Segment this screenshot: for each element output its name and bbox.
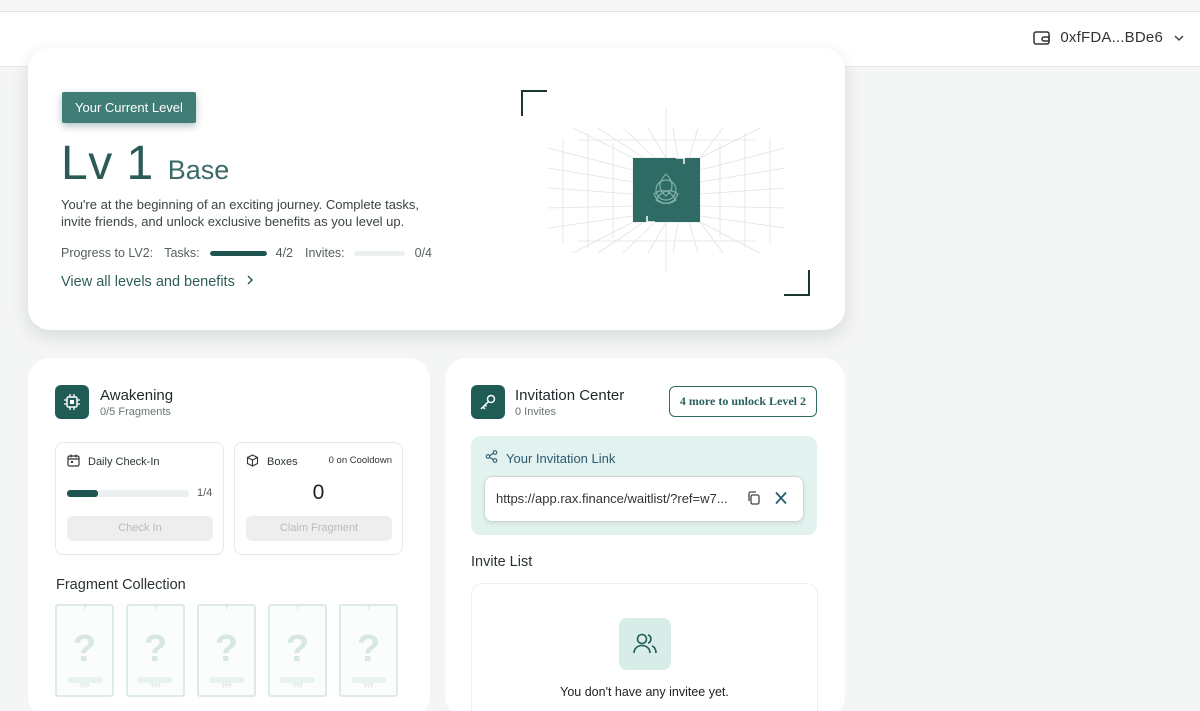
tasks-label: Tasks:: [164, 246, 200, 260]
fragment-label: ???: [292, 684, 303, 690]
fragment-top-mark: ?: [82, 606, 87, 612]
invitation-link-url: https://app.rax.finance/waitlist/?ref=w7…: [496, 491, 728, 506]
boxes-panel: Boxes 0 on Cooldown 0 Claim Fragment: [234, 442, 403, 555]
checkin-progress-fill: [67, 490, 98, 497]
fragment-label: ???: [363, 684, 374, 690]
fragment-name-pill: [209, 677, 244, 683]
chip-icon: [55, 385, 89, 419]
invitation-link-field[interactable]: https://app.rax.finance/waitlist/?ref=w7…: [484, 476, 804, 522]
fragment-card: ?????: [268, 604, 327, 697]
view-levels-link[interactable]: View all levels and benefits: [61, 274, 255, 290]
awakening-card: Awakening 0/5 Fragments Daily Check-In 1…: [28, 358, 430, 711]
fragment-label: ???: [79, 684, 90, 690]
empty-invitee-text: You don't have any invitee yet.: [560, 685, 729, 699]
level-description: You're at the beginning of an exciting j…: [61, 197, 420, 229]
fragment-collection-title: Fragment Collection: [56, 577, 186, 593]
view-levels-label: View all levels and benefits: [61, 274, 235, 290]
invites-value: 0/4: [414, 246, 433, 260]
box-icon: [246, 454, 259, 470]
awakening-title: Awakening: [100, 387, 174, 404]
checkin-progress-text: 1/4: [197, 487, 213, 499]
current-level-badge: Your Current Level: [62, 92, 196, 123]
unlock-level-button[interactable]: 4 more to unlock Level 2: [668, 386, 817, 417]
fragment-top-mark: ?: [366, 606, 371, 612]
check-in-button[interactable]: Check In: [67, 516, 213, 541]
invitation-title: Invitation Center: [515, 387, 625, 404]
fragment-question-mark: ?: [143, 628, 168, 670]
share-icon: [485, 450, 498, 466]
perspective-grid: [547, 108, 786, 273]
boxes-title: Boxes: [267, 456, 298, 468]
chevron-down-icon: [1172, 31, 1186, 45]
invite-list-empty-state: You don't have any invitee yet.: [471, 583, 818, 711]
fragment-top-mark: ?: [295, 606, 300, 612]
fragment-card: ?????: [55, 604, 114, 697]
fragment-top-mark: ?: [153, 606, 158, 612]
copy-icon[interactable]: [746, 490, 762, 511]
fragment-question-mark: ?: [356, 628, 381, 670]
calendar-icon: [67, 454, 80, 470]
invitation-subtitle: 0 Invites: [515, 406, 556, 418]
fragment-name-pill: [280, 677, 315, 683]
wallet-icon: [1033, 30, 1051, 46]
progress-label: Progress to LV2:: [61, 246, 154, 260]
level-progress: Progress to LV2: Tasks: 4/2 Invites: 0/4: [61, 246, 432, 260]
invite-list-title: Invite List: [471, 554, 533, 570]
fragment-card: ?????: [339, 604, 398, 697]
wallet-address: 0xfFDA...BDe6: [1060, 29, 1163, 46]
awakening-subtitle: 0/5 Fragments: [100, 406, 171, 418]
fragment-collection: ?????????????????????????: [55, 604, 398, 697]
invites-progress-bar: [353, 250, 405, 256]
invitation-link-header: Your Invitation Link: [485, 450, 615, 466]
level-heading: Lv 1 Base: [61, 136, 229, 191]
boxes-header: Boxes: [246, 454, 298, 470]
fragment-top-mark: ?: [224, 606, 229, 612]
boxes-count: 0: [312, 481, 325, 504]
fragment-question-mark: ?: [285, 628, 310, 670]
invitation-center-card: Invitation Center 0 Invites 4 more to un…: [445, 358, 845, 711]
fragment-label: ???: [150, 684, 161, 690]
x-logo-icon[interactable]: [773, 490, 789, 511]
level-name: Base: [167, 155, 230, 185]
users-icon: [619, 618, 671, 670]
daily-checkin-panel: Daily Check-In 1/4 Check In: [55, 442, 224, 555]
boxes-cooldown: 0 on Cooldown: [328, 455, 392, 466]
fragment-question-mark: ?: [214, 628, 239, 670]
current-level-card: Your Current Level Lv 1 Base You're at t…: [28, 48, 845, 330]
level-visual: [518, 88, 813, 298]
fragment-name-pill: [138, 677, 173, 683]
level-number: Lv 1: [61, 137, 154, 190]
fragment-question-mark: ?: [72, 628, 97, 670]
fragment-name-pill: [67, 677, 102, 683]
invitation-link-title: Your Invitation Link: [506, 450, 616, 466]
fragment-label: ???: [221, 684, 232, 690]
checkin-progress-bar: [67, 490, 189, 497]
daily-checkin-header: Daily Check-In: [67, 454, 160, 470]
fragment-name-pill: [351, 677, 386, 683]
tasks-progress-bar: [209, 250, 267, 256]
wallet-button[interactable]: 0xfFDA...BDe6: [1033, 29, 1186, 46]
daily-checkin-title: Daily Check-In: [88, 456, 160, 468]
tasks-value: 4/2: [275, 246, 294, 260]
fragment-card: ?????: [197, 604, 256, 697]
invites-label: Invites:: [305, 246, 345, 260]
key-icon: [471, 385, 505, 419]
invitation-link-panel: Your Invitation Link https://app.rax.fin…: [471, 436, 817, 535]
chevron-right-icon: [245, 274, 255, 290]
fragment-card: ?????: [126, 604, 185, 697]
tasks-progress-fill: [209, 250, 267, 256]
claim-fragment-button[interactable]: Claim Fragment: [246, 516, 392, 541]
browser-top-strip: [0, 0, 1200, 12]
